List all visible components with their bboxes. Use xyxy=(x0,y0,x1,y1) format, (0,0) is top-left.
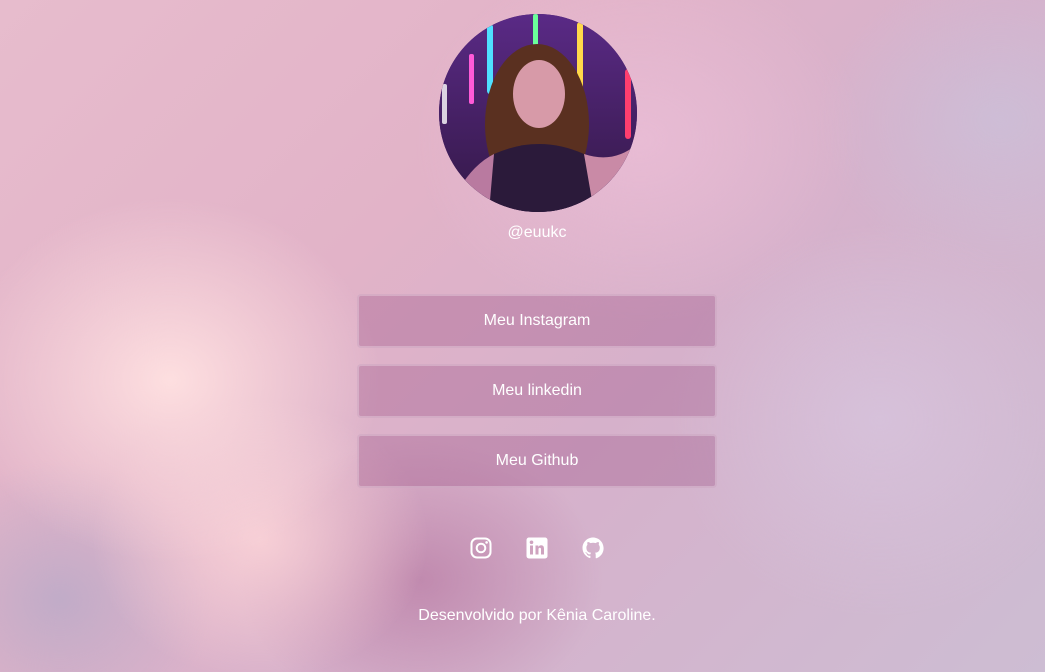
instagram-link-button[interactable]: Meu Instagram xyxy=(357,294,717,348)
linkedin-icon[interactable] xyxy=(525,536,549,560)
avatar xyxy=(439,14,637,212)
github-link-button[interactable]: Meu Github xyxy=(357,434,717,488)
github-icon[interactable] xyxy=(581,536,605,560)
footer-credit: Desenvolvido por Kênia Caroline. xyxy=(418,607,656,624)
profile-handle: @euukc xyxy=(507,224,567,241)
page: @euukc Meu Instagram Meu linkedin Meu Gi… xyxy=(0,0,1045,672)
avatar-photo xyxy=(439,14,637,212)
instagram-icon[interactable] xyxy=(469,536,493,560)
links-list: Meu Instagram Meu linkedin Meu Github xyxy=(357,294,717,504)
social-icons xyxy=(0,536,1045,560)
linkedin-link-button[interactable]: Meu linkedin xyxy=(357,364,717,418)
